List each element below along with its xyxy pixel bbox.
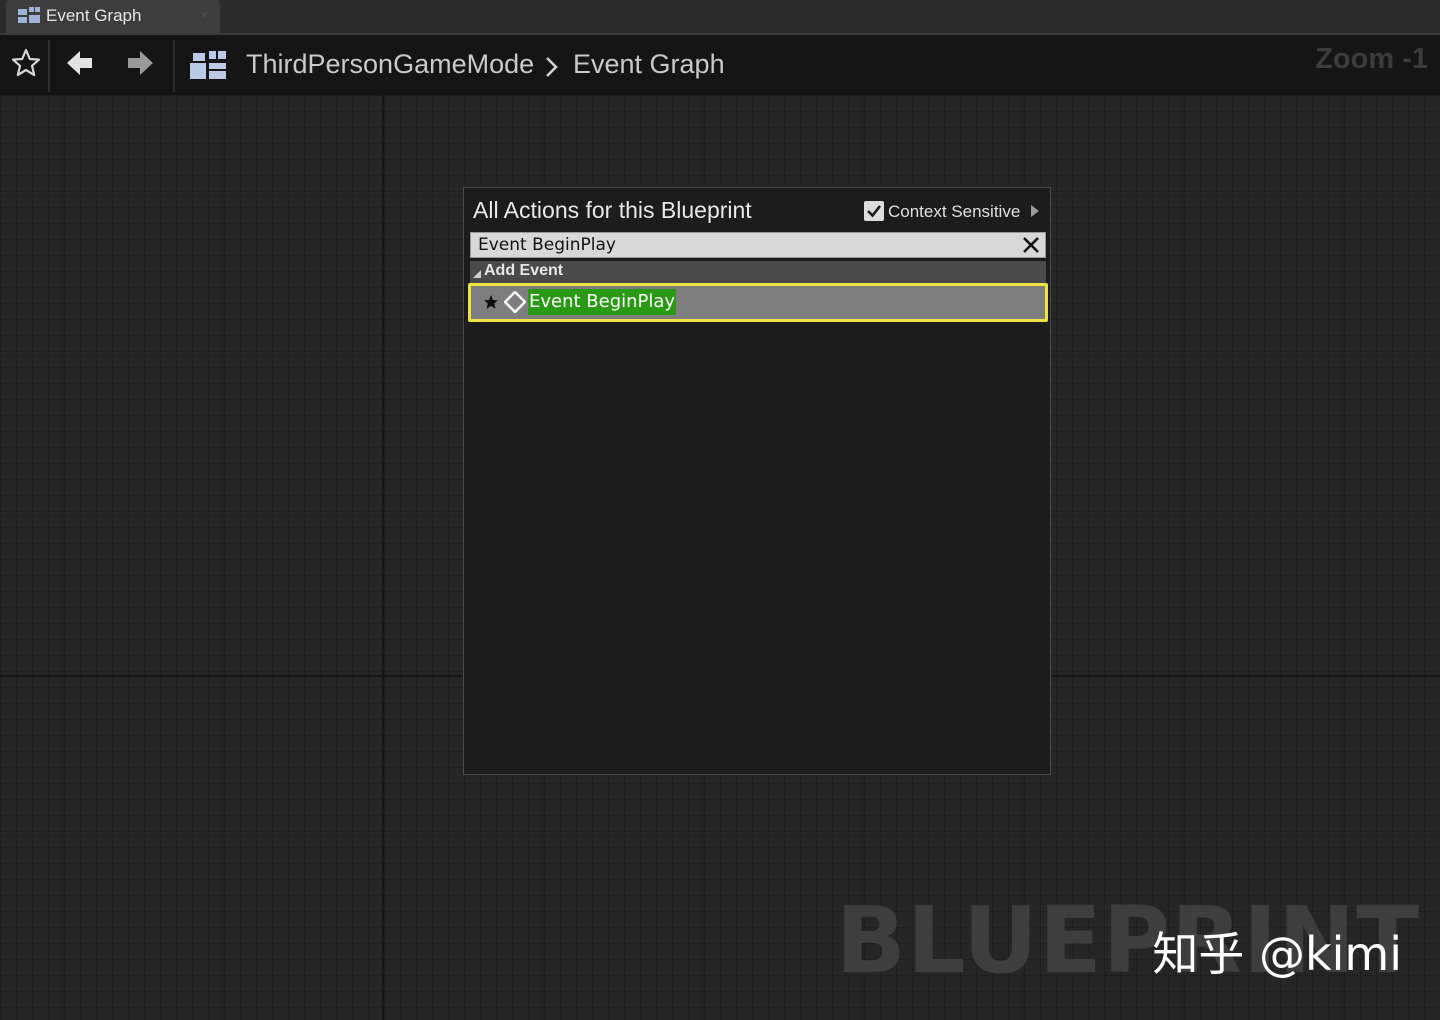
grid-line (62, 95, 63, 1020)
grid-axis-line (382, 95, 384, 1020)
collapse-triangle-icon[interactable] (472, 266, 482, 284)
action-result-label[interactable]: Event BeginPlay (528, 289, 677, 315)
action-search-input[interactable]: Event BeginPlay (470, 232, 1046, 258)
event-graph-icon (18, 7, 40, 30)
tab-close-icon[interactable]: × (201, 8, 208, 22)
checkmark-icon (867, 205, 882, 218)
author-overlay: 知乎 @kimi (1152, 927, 1402, 981)
toolbar-divider (48, 40, 50, 92)
grid-line (1342, 95, 1343, 1020)
graph-toolbar: ThirdPersonGameMode Event Graph Zoom -1 (0, 33, 1440, 95)
favorite-star-icon[interactable] (483, 294, 499, 315)
action-search-value[interactable]: Event BeginPlay (478, 235, 616, 255)
action-menu-title: All Actions for this Blueprint (473, 197, 752, 223)
context-sensitive-checkbox[interactable] (864, 201, 884, 221)
star-outline-icon[interactable] (10, 47, 42, 84)
close-icon[interactable] (1020, 234, 1042, 261)
grid-line (222, 95, 223, 1020)
grid-line (1182, 95, 1183, 1020)
event-graph-icon (190, 51, 226, 86)
arrow-right-icon[interactable] (124, 47, 156, 84)
breadcrumb-graph[interactable]: Event Graph (573, 49, 725, 80)
action-result-event-beginplay[interactable]: Event BeginPlay (468, 283, 1048, 322)
tab-strip: Event Graph × (0, 0, 1440, 33)
caret-right-icon[interactable] (1030, 204, 1040, 223)
zoom-level: Zoom -1 (1315, 43, 1428, 75)
chevron-right-icon (544, 55, 560, 84)
event-diamond-icon (503, 290, 527, 318)
category-label: Add Event (484, 262, 564, 279)
breadcrumb-blueprint[interactable]: ThirdPersonGameMode (246, 49, 534, 80)
context-sensitive-label[interactable]: Context Sensitive (888, 202, 1020, 222)
toolbar-divider (173, 40, 175, 92)
category-add-event[interactable]: Add Event (470, 261, 1046, 283)
action-menu: All Actions for this Blueprint Context S… (463, 187, 1051, 775)
arrow-left-icon[interactable] (64, 47, 96, 84)
grid-line (0, 835, 1440, 836)
tab-event-graph[interactable]: Event Graph × (6, 0, 220, 33)
tab-label: Event Graph (46, 6, 142, 25)
